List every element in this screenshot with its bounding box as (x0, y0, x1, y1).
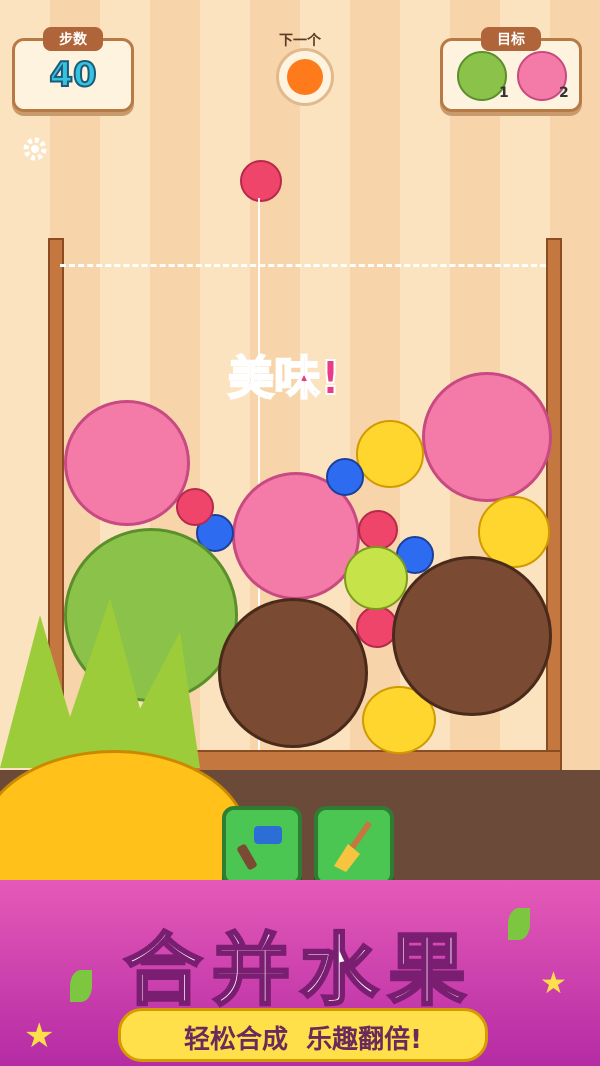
broom-tool-button[interactable] (314, 806, 394, 886)
leaf-icon (508, 908, 530, 940)
combo-text: 美味! (227, 350, 342, 406)
peach (64, 400, 190, 526)
orange-icon (287, 59, 323, 95)
blueberry (326, 458, 364, 496)
coconut (218, 598, 368, 748)
broom-icon (334, 820, 373, 872)
steps-label: 步数 (43, 27, 103, 51)
star-icon: ★ (540, 966, 567, 1001)
next-fruit-ring (276, 48, 334, 106)
raspberry (176, 488, 214, 526)
hammer-tool-button[interactable] (222, 806, 302, 886)
goal-count-peach: 2 (559, 85, 569, 101)
leaf-icon (70, 970, 92, 1002)
next-label: 下一个 (279, 33, 321, 49)
star-icon: ★ (24, 1016, 55, 1056)
raspberry (358, 510, 398, 550)
limit-line (60, 264, 546, 267)
banner-subtitle-pill: 轻松合成 乐趣翻倍! (118, 1008, 488, 1062)
gear-icon[interactable] (22, 136, 48, 162)
peach (422, 372, 552, 502)
goal-label: 目标 (481, 27, 541, 51)
container-right-wall (546, 238, 562, 772)
steps-value: 40 (48, 54, 97, 96)
next-fruit-holder: 下一个 (262, 30, 338, 106)
coconut (392, 556, 552, 716)
promo-banner: 合并水果 轻松合成 乐趣翻倍! ★ ★ (0, 880, 600, 1066)
goal-panel: 目标 1 2 (440, 27, 582, 112)
banner-subtitle: 轻松合成 乐趣翻倍! (184, 1025, 422, 1055)
current-fruit-raspberry[interactable] (240, 160, 282, 202)
hammer-icon (237, 826, 282, 870)
goal-count-melon: 1 (499, 85, 509, 101)
green-apple (344, 546, 408, 610)
lemon (356, 420, 424, 488)
steps-panel: 步数 40 (12, 27, 134, 112)
